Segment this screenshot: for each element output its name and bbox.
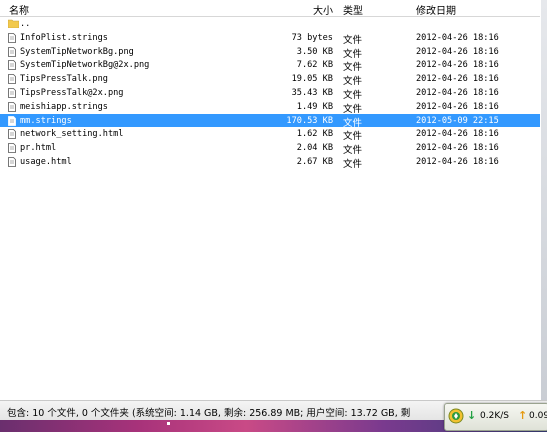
file-icon bbox=[8, 46, 16, 57]
file-size: 35.43 KB bbox=[291, 87, 333, 98]
file-name: usage.html bbox=[20, 156, 72, 167]
file-date: 2012-04-26 18:16 bbox=[416, 156, 499, 167]
upload-arrow-icon: ↑ bbox=[518, 409, 528, 422]
file-name: TipsPressTalk.png bbox=[20, 74, 108, 85]
file-size: 2.04 KB bbox=[296, 143, 333, 154]
file-name: mm.strings bbox=[20, 115, 72, 126]
file-name: pr.html bbox=[20, 143, 57, 154]
file-icon bbox=[8, 74, 16, 85]
file-row[interactable]: TipsPressTalk.png 19.05 KB 文件 2012-04-26 18… bbox=[0, 72, 540, 87]
upload-speed: 0.09K bbox=[529, 411, 547, 421]
file-name: network_setting.html bbox=[20, 129, 124, 140]
file-size: 1.62 KB bbox=[296, 129, 333, 140]
file-name: meishiapp.strings bbox=[20, 101, 108, 112]
column-header-date[interactable]: 修改日期 bbox=[416, 2, 456, 17]
file-size: 73 bytes bbox=[291, 32, 333, 43]
file-size: 19.05 KB bbox=[291, 74, 333, 85]
file-icon bbox=[8, 88, 16, 98]
speed-logo-icon bbox=[448, 408, 464, 424]
download-speed: 0.2K/S bbox=[480, 411, 509, 421]
file-size: 3.50 KB bbox=[296, 46, 333, 57]
file-icon bbox=[8, 60, 16, 71]
file-date: 2012-04-26 18:16 bbox=[416, 74, 499, 85]
file-row[interactable]: SystemTipNetworkBg@2x.png 7.62 KB 文件 2012-0… bbox=[0, 58, 540, 73]
status-text: 包含: 10 个文件, 0 个文件夹 (系统空间: 1.14 GB, 剩余: 2… bbox=[7, 408, 411, 419]
file-icon bbox=[8, 32, 16, 43]
file-icon bbox=[8, 129, 16, 140]
file-row[interactable]: SystemTipNetworkBg.png 3.50 KB 文件 2012-04-2… bbox=[0, 45, 540, 60]
column-header-type[interactable]: 类型 bbox=[343, 2, 363, 17]
column-header: 名称 大小 类型 修改日期 bbox=[0, 0, 540, 17]
column-header-name[interactable]: 名称 bbox=[9, 2, 29, 17]
file-date: 2012-04-26 18:16 bbox=[416, 60, 499, 71]
file-icon bbox=[8, 101, 16, 112]
file-row[interactable]: TipsPressTalk@2x.png 35.43 KB 文件 2012-04-26… bbox=[0, 86, 540, 101]
network-speed-widget[interactable]: ↓ 0.2K/S ↑ 0.09K bbox=[444, 403, 547, 431]
file-size: 170.53 KB bbox=[286, 115, 333, 126]
file-size: 2.67 KB bbox=[296, 156, 333, 167]
file-row[interactable]: network_setting.html 1.62 KB 文件 2012-04-26 … bbox=[0, 127, 540, 142]
file-size: 1.49 KB bbox=[296, 101, 333, 112]
file-name: TipsPressTalk@2x.png bbox=[20, 87, 124, 98]
file-date: 2012-04-26 18:16 bbox=[416, 143, 499, 154]
column-header-size[interactable]: 大小 bbox=[300, 2, 333, 17]
folder-icon bbox=[8, 19, 19, 28]
file-row[interactable]: usage.html 2.67 KB 文件 2012-04-26 18:16 bbox=[0, 155, 540, 170]
file-row[interactable]: pr.html 2.04 KB 文件 2012-04-26 18:16 bbox=[0, 141, 540, 156]
parent-folder-label: .. bbox=[20, 19, 31, 29]
file-name: SystemTipNetworkBg.png bbox=[20, 46, 134, 57]
file-name: InfoPlist.strings bbox=[20, 32, 108, 43]
file-icon bbox=[8, 115, 16, 126]
file-row[interactable]: mm.strings 170.53 KB 文件 2012-05-09 22:15 bbox=[0, 113, 540, 129]
parent-folder-row[interactable]: .. bbox=[0, 17, 540, 31]
file-list: .. InfoPlist.strings 73 bytes 文件 2012-04-26… bbox=[0, 17, 540, 170]
download-arrow-icon: ↓ bbox=[467, 409, 477, 422]
file-row[interactable]: meishiapp.strings 1.49 KB 文件 2012-04-26 18:… bbox=[0, 100, 540, 115]
file-browser-window: 名称 大小 类型 修改日期 .. InfoPlist.strings 73 byt… bbox=[0, 0, 547, 432]
file-type: 文件 bbox=[343, 158, 363, 170]
file-icon bbox=[8, 157, 16, 167]
file-date: 2012-04-26 18:16 bbox=[416, 101, 499, 112]
taskbar-indicator bbox=[167, 422, 170, 425]
file-date: 2012-05-09 22:15 bbox=[416, 115, 499, 126]
file-date: 2012-04-26 18:16 bbox=[416, 129, 499, 140]
file-date: 2012-04-26 18:16 bbox=[416, 46, 499, 57]
file-row[interactable]: InfoPlist.strings 73 bytes 文件 2012-04-26 18… bbox=[0, 31, 540, 46]
file-name: SystemTipNetworkBg@2x.png bbox=[20, 60, 150, 71]
file-date: 2012-04-26 18:16 bbox=[416, 32, 499, 43]
file-icon bbox=[8, 143, 16, 154]
window-edge bbox=[541, 0, 547, 432]
file-size: 7.62 KB bbox=[296, 60, 333, 71]
file-date: 2012-04-26 18:16 bbox=[416, 87, 499, 98]
